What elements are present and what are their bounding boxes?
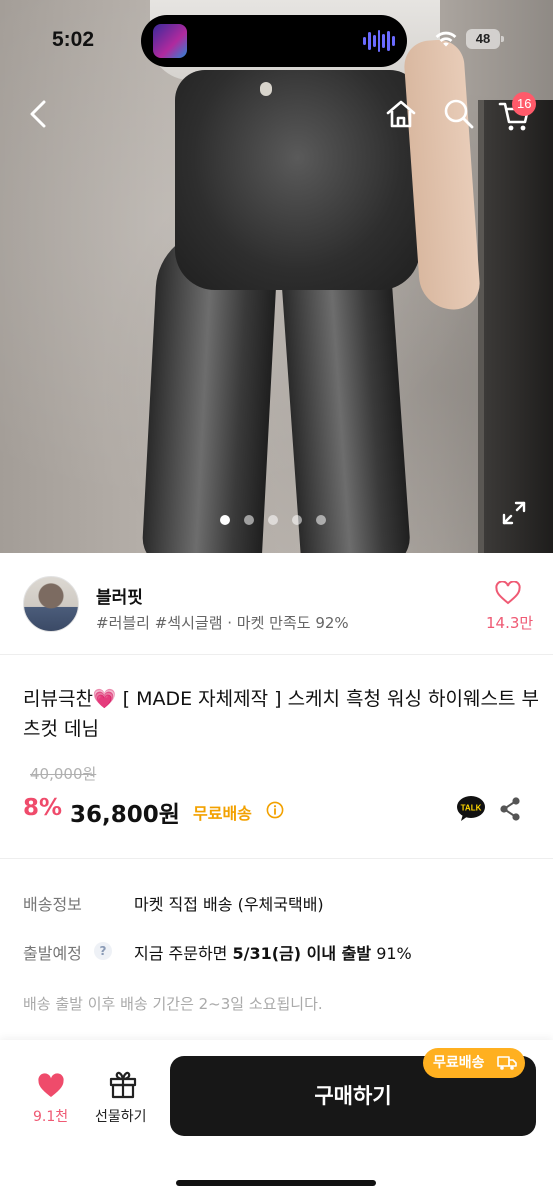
heart-count: 9.1천 [33,1109,69,1125]
audio-wave-icon [363,29,396,53]
departure-prefix: 지금 주문하면 [134,944,233,963]
shipping-note: 배송 출발 이후 배송 기간은 2~3일 소요됩니다. [23,995,323,1013]
seller-name[interactable]: 블러핏 [96,583,143,608]
status-time: 5:02 [52,28,95,51]
fullscreen-icon[interactable] [501,500,527,526]
seller-tags: #러블리 #섹시글램 · 마켓 만족도 92% [96,614,349,632]
free-shipping-badge-label: 무료배송 [433,1055,485,1071]
heart-icon[interactable] [37,1073,65,1099]
shipping-info-value: 마켓 직접 배송 (우체국택배) [134,895,324,914]
seller-section: 블러핏 #러블리 #섹시글램 · 마켓 만족도 92% 14.3만 [0,553,553,655]
shipping-info-label: 배송정보 [23,895,82,914]
section-divider [0,858,553,859]
product-title: 리뷰극찬💗 [ MADE 자체제작 ] 스케치 흑청 워싱 하이웨스트 부츠컷 … [23,684,543,744]
discount-rate: 8% [23,795,63,821]
home-indicator[interactable] [176,1180,376,1186]
departure-rate: 91% [371,944,412,963]
kakaotalk-icon[interactable]: TALK [456,795,486,823]
gallery-dot[interactable] [316,515,326,525]
seller-like-count: 14.3만 [486,614,534,632]
original-price: 40,000원 [30,765,97,783]
product-image[interactable] [0,0,553,553]
back-arrow-icon[interactable] [22,96,56,132]
title-prefix: 리뷰극찬 [23,688,93,710]
svg-text:TALK: TALK [461,804,482,813]
home-icon[interactable] [383,96,419,132]
departure-date: 5/31(금) 이내 출발 [232,944,372,963]
seller-avatar[interactable] [23,576,79,632]
departure-value: 지금 주문하면 5/31(금) 이내 출발 91% [134,940,412,964]
wifi-icon [435,31,457,47]
image-button [260,82,272,96]
gallery-dot[interactable] [220,515,230,525]
gallery-dot[interactable] [244,515,254,525]
gallery-pagination [220,515,326,525]
now-playing-artwork [153,24,187,58]
image-door [478,100,553,553]
dynamic-island[interactable] [141,15,407,67]
heart-emoji-icon: 💗 [92,688,117,710]
gallery-dot[interactable] [268,515,278,525]
free-shipping-badge: 무료배송 [423,1048,525,1078]
gallery-dot[interactable] [292,515,302,525]
battery-indicator: 48 [466,29,504,49]
sale-price: 36,800원 [70,802,180,828]
gift-label[interactable]: 선물하기 [95,1106,147,1126]
share-icon[interactable] [498,796,522,822]
free-shipping-label: 무료배송 [193,804,252,823]
search-icon[interactable] [441,96,477,132]
info-icon[interactable] [266,801,284,819]
seller-like-heart-icon[interactable] [495,581,521,605]
question-icon[interactable]: ? [94,942,112,960]
truck-icon [497,1056,517,1070]
departure-label: 출발예정 [23,944,82,963]
gift-icon[interactable] [108,1069,138,1099]
